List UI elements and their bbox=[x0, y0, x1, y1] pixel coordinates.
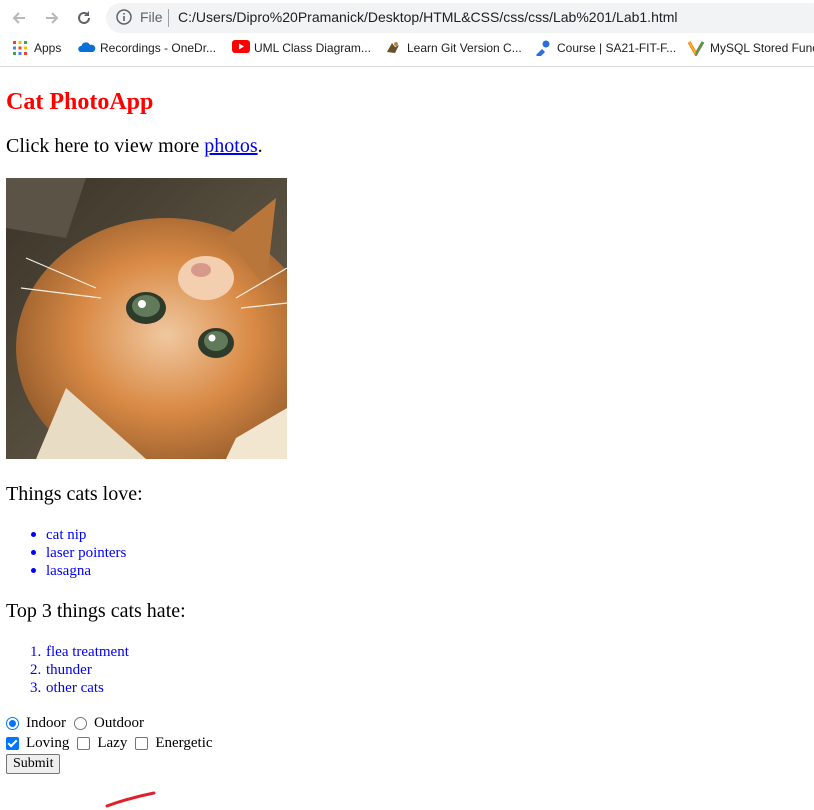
address-bar[interactable]: File C:/Users/Dipro%20Pramanick/Desktop/… bbox=[106, 3, 814, 33]
bookmark-label: Apps bbox=[34, 41, 62, 55]
list-item: lasagna bbox=[30, 562, 126, 580]
list-item-text: other cats bbox=[46, 680, 104, 696]
list-number: 1. bbox=[30, 644, 42, 660]
lazy-label: Lazy bbox=[97, 734, 128, 751]
browser-chrome: File C:/Users/Dipro%20Pramanick/Desktop/… bbox=[0, 0, 814, 67]
bookmark-label: UML Class Diagram... bbox=[254, 41, 371, 55]
bookmark-label: Course | SA21-FIT-F... bbox=[557, 41, 677, 55]
course-icon bbox=[385, 40, 401, 56]
forward-button[interactable] bbox=[40, 6, 64, 30]
url-scheme-label: File bbox=[140, 9, 163, 25]
photos-link[interactable]: photos bbox=[204, 135, 257, 157]
reload-icon bbox=[78, 11, 90, 24]
onedrive-icon bbox=[78, 40, 96, 56]
forward-arrow-icon bbox=[46, 12, 59, 24]
gmail-icon bbox=[687, 40, 705, 57]
energetic-label: Energetic bbox=[155, 734, 213, 751]
love-list: cat nip laser pointers lasagna bbox=[30, 526, 127, 580]
bookmark-course[interactable]: Course | SA21-FIT-F... bbox=[535, 40, 677, 58]
lazy-checkbox[interactable] bbox=[77, 736, 91, 750]
cat-photo bbox=[6, 178, 287, 459]
bookmark-label: Recordings - OneDr... bbox=[100, 41, 217, 55]
list-item-text: flea treatment bbox=[46, 644, 129, 660]
bookmark-onedrive[interactable]: Recordings - OneDr... bbox=[78, 40, 216, 56]
youtube-icon bbox=[232, 40, 250, 56]
submit-button[interactable]: Submit bbox=[6, 754, 61, 774]
hate-list: 1. flea treatment 2. thunder 3. other cats bbox=[30, 643, 129, 697]
list-number: 2. bbox=[30, 662, 42, 678]
checkbox-row: Loving Lazy Energetic bbox=[6, 733, 221, 753]
page-title: Cat PhotoApp bbox=[6, 89, 154, 115]
list-number: 3. bbox=[30, 680, 42, 696]
loving-checkbox[interactable] bbox=[6, 736, 19, 750]
back-arrow-icon bbox=[12, 12, 25, 24]
red-pen-mark bbox=[105, 791, 156, 808]
course-link-icon bbox=[535, 40, 551, 58]
intro-period: . bbox=[257, 135, 263, 157]
intro-paragraph: Click here to view more photos. bbox=[6, 135, 263, 158]
intro-text: Click here to view more bbox=[6, 135, 205, 157]
bookmark-mysql[interactable]: MySQL Stored Func bbox=[687, 40, 814, 57]
back-button[interactable] bbox=[7, 6, 31, 30]
indoor-label: Indoor bbox=[26, 714, 66, 731]
list-item: 1. flea treatment bbox=[30, 643, 129, 661]
reload-button[interactable] bbox=[72, 6, 96, 30]
hate-heading: Top 3 things cats hate: bbox=[6, 600, 186, 622]
love-heading: Things cats love: bbox=[6, 483, 143, 505]
bookmark-label: MySQL Stored Func bbox=[710, 41, 814, 55]
list-item: 2. thunder bbox=[30, 661, 129, 679]
bookmark-apps[interactable]: Apps bbox=[12, 40, 61, 56]
list-item: cat nip bbox=[30, 526, 126, 544]
energetic-checkbox[interactable] bbox=[135, 736, 149, 750]
bookmark-git[interactable]: Learn Git Version C... bbox=[385, 40, 522, 56]
list-item-text: thunder bbox=[46, 662, 92, 678]
outdoor-radio[interactable] bbox=[74, 716, 87, 730]
apps-grid-icon bbox=[12, 40, 28, 56]
info-icon[interactable] bbox=[116, 9, 132, 28]
outdoor-label: Outdoor bbox=[94, 714, 144, 731]
bookmark-uml[interactable]: UML Class Diagram... bbox=[232, 40, 371, 56]
url-text[interactable]: C:/Users/Dipro%20Pramanick/Desktop/HTML&… bbox=[178, 9, 678, 25]
address-separator bbox=[168, 9, 169, 27]
list-item: 3. other cats bbox=[30, 679, 129, 697]
radio-row: Indoor Outdoor bbox=[6, 713, 152, 733]
bookmarks-bar: Apps Recordings - OneDr... UML Class Dia… bbox=[0, 37, 814, 61]
list-item: laser pointers bbox=[30, 545, 127, 561]
loving-label: Loving bbox=[26, 734, 70, 751]
indoor-radio[interactable] bbox=[6, 716, 19, 730]
bookmark-label: Learn Git Version C... bbox=[407, 41, 522, 55]
